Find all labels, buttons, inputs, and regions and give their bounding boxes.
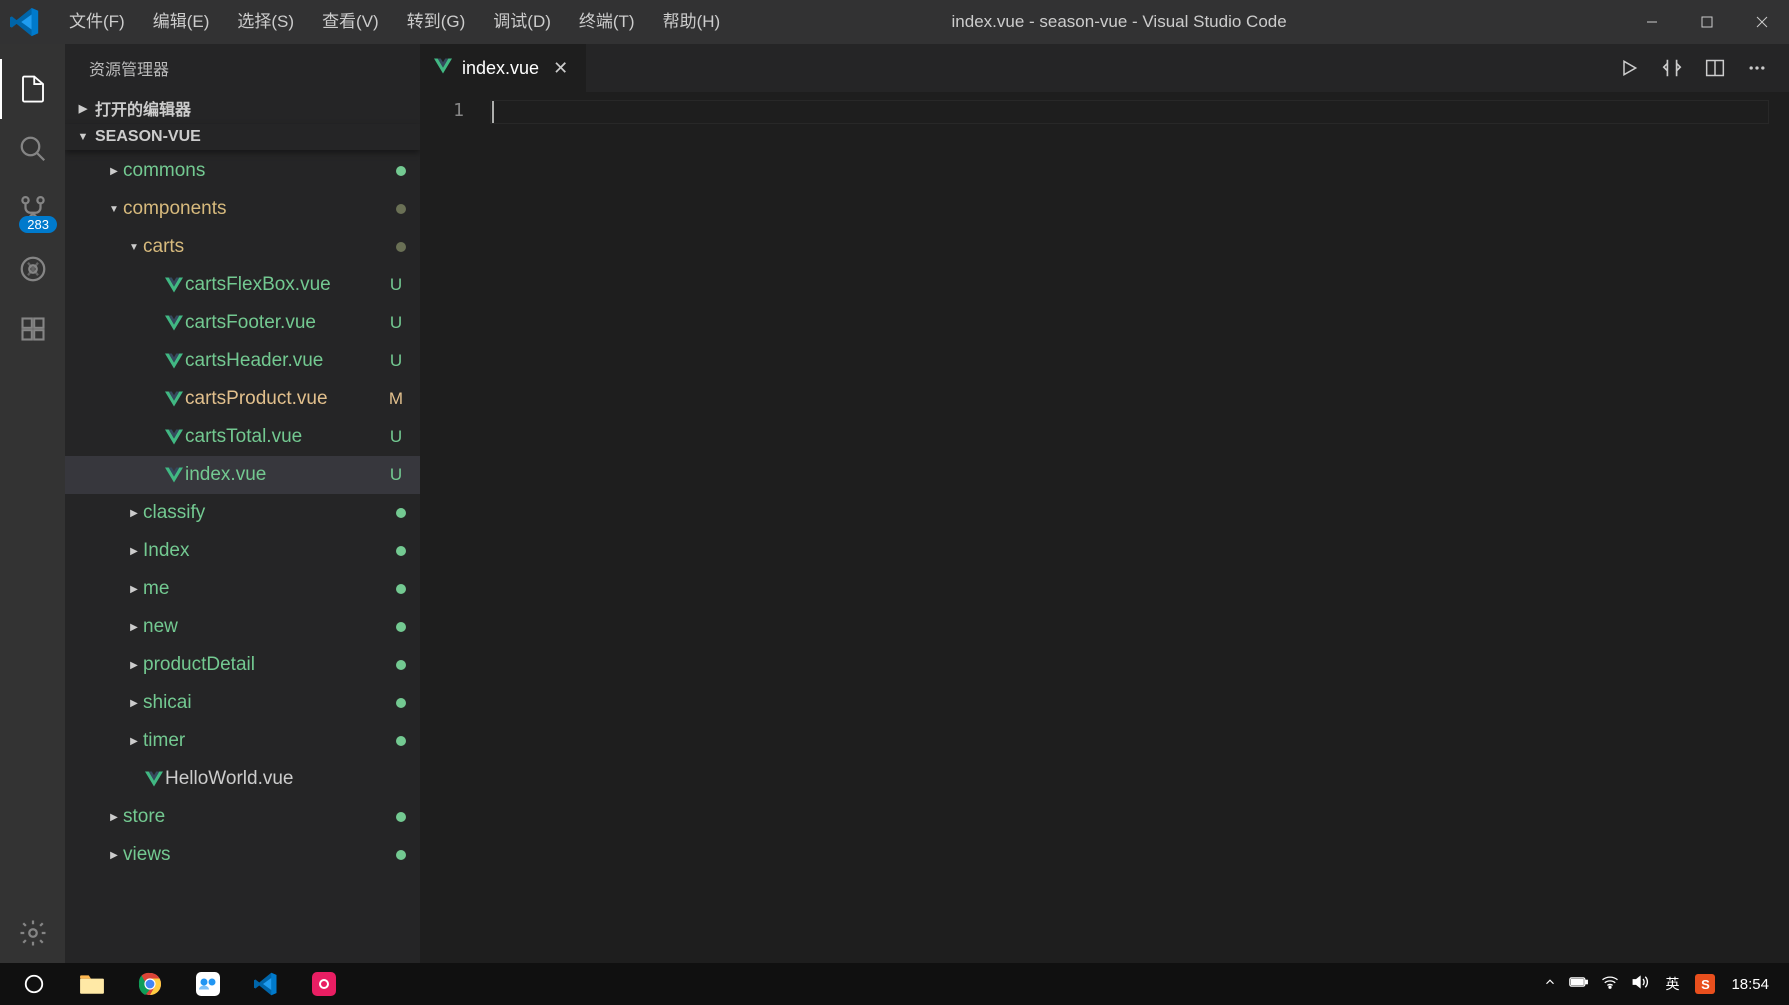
menu-debug[interactable]: 调试(D) bbox=[479, 0, 565, 44]
taskbar-cortana[interactable] bbox=[6, 963, 62, 1005]
open-editors-section[interactable]: 打开的编辑器 bbox=[65, 92, 420, 124]
maximize-button[interactable] bbox=[1679, 0, 1734, 44]
menu-select[interactable]: 选择(S) bbox=[223, 0, 308, 44]
vue-icon bbox=[163, 277, 185, 293]
window-title: index.vue - season-vue - Visual Studio C… bbox=[734, 12, 1624, 32]
project-label: SEASON-VUE bbox=[95, 128, 201, 146]
tab-bar: index.vue ✕ bbox=[420, 44, 1789, 92]
tree-folder-commons[interactable]: commons bbox=[65, 152, 420, 190]
menu-edit[interactable]: 编辑(E) bbox=[139, 0, 224, 44]
vue-icon bbox=[163, 391, 185, 407]
tree-folder-new[interactable]: new bbox=[65, 608, 420, 646]
menu-terminal[interactable]: 终端(T) bbox=[565, 0, 649, 44]
taskbar-capture[interactable] bbox=[296, 963, 352, 1005]
tree-folder-views[interactable]: views bbox=[65, 836, 420, 874]
menu-bar: 文件(F) 编辑(E) 选择(S) 查看(V) 转到(G) 调试(D) 终端(T… bbox=[55, 0, 734, 44]
menu-file[interactable]: 文件(F) bbox=[55, 0, 139, 44]
tree-file-cartsflexbox[interactable]: cartsFlexBox.vue U bbox=[65, 266, 420, 304]
editor-body[interactable]: 1 bbox=[420, 92, 1789, 963]
taskbar-explorer[interactable] bbox=[64, 963, 120, 1005]
vue-icon bbox=[163, 315, 185, 331]
text-caret bbox=[492, 101, 494, 123]
windows-taskbar: 英 S 18:54 bbox=[0, 963, 1789, 1005]
tree-folder-components[interactable]: components bbox=[65, 190, 420, 228]
file-tree: commons components carts cartsFlexBox.vu… bbox=[65, 150, 420, 963]
project-section[interactable]: SEASON-VUE bbox=[65, 124, 420, 150]
menu-view[interactable]: 查看(V) bbox=[308, 0, 393, 44]
tree-file-helloworld[interactable]: HelloWorld.vue bbox=[65, 760, 420, 798]
activity-settings[interactable] bbox=[0, 903, 65, 963]
tree-file-cartstotal[interactable]: cartsTotal.vue U bbox=[65, 418, 420, 456]
close-tab-icon[interactable]: ✕ bbox=[549, 58, 572, 79]
tray-wifi-icon[interactable] bbox=[1601, 975, 1619, 993]
activity-search[interactable] bbox=[0, 119, 65, 179]
menu-goto[interactable]: 转到(G) bbox=[393, 0, 480, 44]
run-icon[interactable] bbox=[1619, 58, 1639, 78]
taskbar-chrome[interactable] bbox=[122, 963, 178, 1005]
activity-debug[interactable] bbox=[0, 239, 65, 299]
chevron-down-icon bbox=[75, 131, 91, 143]
tray-battery-icon[interactable] bbox=[1569, 975, 1589, 993]
code-area[interactable] bbox=[490, 92, 1789, 963]
activity-explorer[interactable] bbox=[0, 59, 65, 119]
menu-help[interactable]: 帮助(H) bbox=[649, 0, 735, 44]
editor-actions bbox=[1597, 44, 1789, 92]
tray-volume-icon[interactable] bbox=[1631, 974, 1649, 994]
vue-icon bbox=[163, 467, 185, 483]
sogou-ime-icon[interactable]: S bbox=[1695, 974, 1715, 994]
scm-badge: 283 bbox=[19, 216, 57, 233]
tree-folder-productdetail[interactable]: productDetail bbox=[65, 646, 420, 684]
activity-extensions[interactable] bbox=[0, 299, 65, 359]
tray-chevron-icon[interactable] bbox=[1543, 975, 1557, 993]
activity-scm[interactable]: 283 bbox=[0, 179, 65, 239]
taskbar-app1[interactable] bbox=[180, 963, 236, 1005]
tree-folder-indexcap[interactable]: Index bbox=[65, 532, 420, 570]
minimize-button[interactable] bbox=[1624, 0, 1679, 44]
ime-indicator[interactable]: 英 bbox=[1665, 974, 1679, 994]
split-editor-icon[interactable] bbox=[1705, 58, 1725, 78]
tree-folder-timer[interactable]: timer bbox=[65, 722, 420, 760]
explorer-sidebar: 资源管理器 打开的编辑器 SEASON-VUE commons componen… bbox=[65, 44, 420, 963]
activity-bar: 283 bbox=[0, 44, 65, 963]
tree-file-cartsheader[interactable]: cartsHeader.vue U bbox=[65, 342, 420, 380]
current-line-highlight bbox=[490, 100, 1769, 124]
tree-folder-classify[interactable]: classify bbox=[65, 494, 420, 532]
line-gutter: 1 bbox=[420, 92, 490, 963]
editor-area: index.vue ✕ 1 bbox=[420, 44, 1789, 963]
window-controls bbox=[1624, 0, 1789, 44]
vue-icon bbox=[163, 353, 185, 369]
vscode-logo-icon bbox=[10, 7, 40, 37]
vue-icon bbox=[163, 429, 185, 445]
taskbar-vscode[interactable] bbox=[238, 963, 294, 1005]
vue-icon bbox=[143, 771, 165, 787]
explorer-title: 资源管理器 bbox=[65, 44, 420, 92]
tree-folder-store[interactable]: store bbox=[65, 798, 420, 836]
tree-file-cartsfooter[interactable]: cartsFooter.vue U bbox=[65, 304, 420, 342]
close-button[interactable] bbox=[1734, 0, 1789, 44]
tree-folder-carts[interactable]: carts bbox=[65, 228, 420, 266]
clock[interactable]: 18:54 bbox=[1731, 976, 1769, 993]
tab-index-vue[interactable]: index.vue ✕ bbox=[420, 44, 587, 92]
compare-icon[interactable] bbox=[1661, 57, 1683, 79]
open-editors-label: 打开的编辑器 bbox=[95, 96, 191, 120]
main-area: 283 资源管理器 打开的编辑器 SEASON-VUE commons bbox=[0, 44, 1789, 963]
vue-icon bbox=[434, 58, 452, 79]
chevron-right-icon bbox=[75, 102, 91, 115]
tree-file-index[interactable]: index.vue U bbox=[65, 456, 420, 494]
tree-folder-me[interactable]: me bbox=[65, 570, 420, 608]
system-tray: 英 S 18:54 bbox=[1543, 974, 1783, 994]
more-actions-icon[interactable] bbox=[1747, 58, 1767, 78]
tree-file-cartsproduct[interactable]: cartsProduct.vue M bbox=[65, 380, 420, 418]
tree-folder-shicai[interactable]: shicai bbox=[65, 684, 420, 722]
line-number: 1 bbox=[420, 100, 464, 121]
tab-label: index.vue bbox=[462, 58, 539, 79]
title-bar: 文件(F) 编辑(E) 选择(S) 查看(V) 转到(G) 调试(D) 终端(T… bbox=[0, 0, 1789, 44]
